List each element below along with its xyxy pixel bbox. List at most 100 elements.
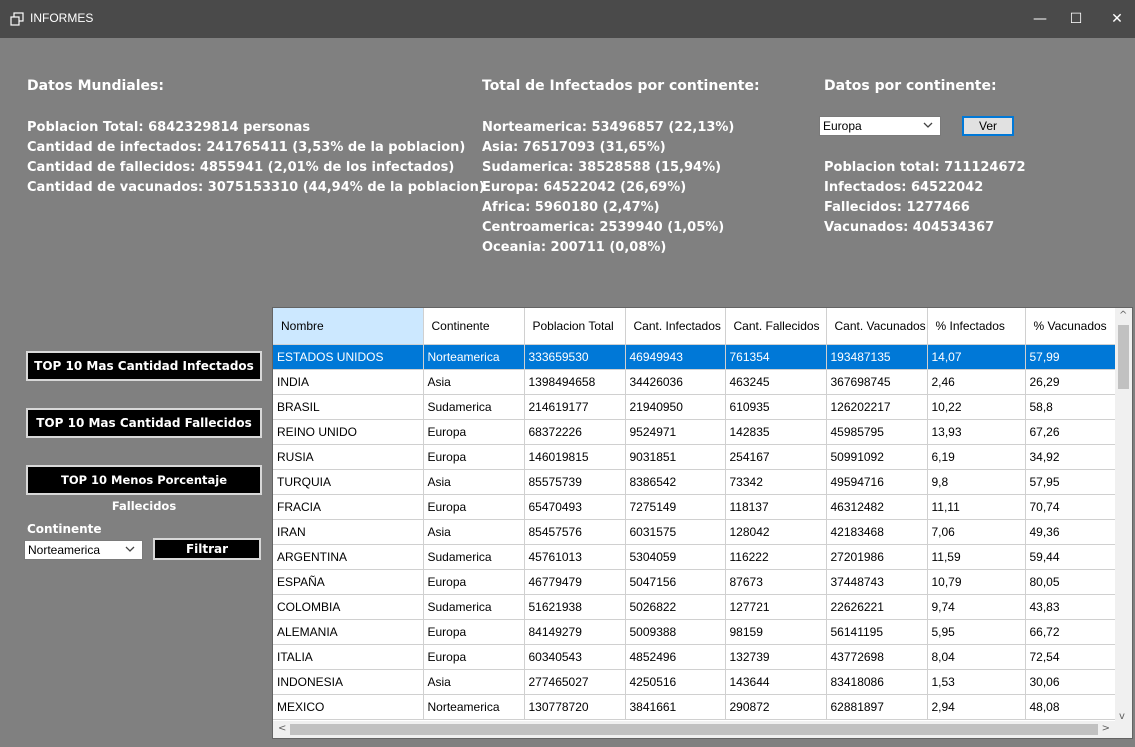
table-cell[interactable]: FRACIA: [273, 494, 424, 520]
table-cell[interactable]: 5009388: [625, 619, 726, 645]
table-cell[interactable]: Norteamerica: [423, 344, 525, 370]
table-cell[interactable]: 70,74: [1025, 494, 1117, 520]
table-cell[interactable]: 14,07: [927, 344, 1026, 370]
table-cell[interactable]: 37448743: [826, 569, 928, 595]
table-cell[interactable]: 98159: [725, 619, 827, 645]
table-cell[interactable]: 87673: [725, 569, 827, 595]
table-cell[interactable]: 21940950: [625, 394, 726, 420]
continente-select[interactable]: Europa: [819, 116, 941, 136]
table-cell[interactable]: Europa: [423, 419, 525, 445]
column-header[interactable]: Cant. Vacunados: [826, 308, 928, 345]
table-cell[interactable]: Sudamerica: [423, 594, 525, 620]
table-cell[interactable]: 85457576: [524, 519, 626, 545]
column-header[interactable]: Poblacion Total: [524, 308, 626, 345]
table-row[interactable]: MEXICO Norteamerica 130778720 3841661 290872…: [273, 694, 1117, 720]
table-cell[interactable]: 72,54: [1025, 644, 1117, 670]
horizontal-scrollbar[interactable]: < >: [273, 721, 1132, 738]
table-cell[interactable]: 11,59: [927, 544, 1026, 570]
table-cell[interactable]: 46312482: [826, 494, 928, 520]
table-cell[interactable]: 27201986: [826, 544, 928, 570]
table-cell[interactable]: TURQUIA: [273, 469, 424, 495]
table-cell[interactable]: 59,44: [1025, 544, 1117, 570]
table-cell[interactable]: 56141195: [826, 619, 928, 645]
table-cell[interactable]: 6,19: [927, 444, 1026, 470]
table-cell[interactable]: IRAN: [273, 519, 424, 545]
table-cell[interactable]: RUSIA: [273, 444, 424, 470]
table-cell[interactable]: Asia: [423, 469, 525, 495]
table-cell[interactable]: 7,06: [927, 519, 1026, 545]
table-row[interactable]: INDIA Asia 1398494658 34426036 463245 3676987…: [273, 369, 1117, 395]
column-header[interactable]: Cant. Infectados: [625, 308, 726, 345]
table-cell[interactable]: Asia: [423, 369, 525, 395]
table-cell[interactable]: 66,72: [1025, 619, 1117, 645]
table-cell[interactable]: 367698745: [826, 369, 928, 395]
table-cell[interactable]: 13,93: [927, 419, 1026, 445]
table-cell[interactable]: 193487135: [826, 344, 928, 370]
table-cell[interactable]: 116222: [725, 544, 827, 570]
table-row[interactable]: BRASIL Sudamerica 214619177 21940950 610935 1…: [273, 394, 1117, 420]
table-cell[interactable]: 46949943: [625, 344, 726, 370]
table-cell[interactable]: 51621938: [524, 594, 626, 620]
table-cell[interactable]: INDONESIA: [273, 669, 424, 695]
column-header[interactable]: % Vacunados: [1025, 308, 1117, 345]
table-cell[interactable]: 30,06: [1025, 669, 1117, 695]
table-cell[interactable]: REINO UNIDO: [273, 419, 424, 445]
table-cell[interactable]: 83418086: [826, 669, 928, 695]
table-cell[interactable]: 3841661: [625, 694, 726, 720]
table-cell[interactable]: Sudamerica: [423, 394, 525, 420]
table-cell[interactable]: Europa: [423, 569, 525, 595]
table-cell[interactable]: 127721: [725, 594, 827, 620]
table-cell[interactable]: 5026822: [625, 594, 726, 620]
top10-fallecidos-button[interactable]: TOP 10 Mas Cantidad Fallecidos: [26, 408, 262, 438]
column-header[interactable]: Continente: [423, 308, 525, 345]
table-row[interactable]: COLOMBIA Sudamerica 51621938 5026822 127721 2…: [273, 594, 1117, 620]
table-cell[interactable]: 43772698: [826, 644, 928, 670]
table-cell[interactable]: 10,22: [927, 394, 1026, 420]
table-cell[interactable]: 2,46: [927, 369, 1026, 395]
table-cell[interactable]: BRASIL: [273, 394, 424, 420]
top10-menos-porcentaje-button[interactable]: TOP 10 Menos Porcentaje Fallecidos: [26, 465, 262, 513]
table-cell[interactable]: 43,83: [1025, 594, 1117, 620]
table-cell[interactable]: MEXICO: [273, 694, 424, 720]
table-cell[interactable]: 84149279: [524, 619, 626, 645]
table-cell[interactable]: Sudamerica: [423, 544, 525, 570]
vertical-scroll-thumb[interactable]: [1118, 325, 1129, 389]
table-cell[interactable]: INDIA: [273, 369, 424, 395]
table-cell[interactable]: 73342: [725, 469, 827, 495]
table-cell[interactable]: ALEMANIA: [273, 619, 424, 645]
table-cell[interactable]: 8,04: [927, 644, 1026, 670]
table-cell[interactable]: 4250516: [625, 669, 726, 695]
table-cell[interactable]: Europa: [423, 619, 525, 645]
table-cell[interactable]: Europa: [423, 494, 525, 520]
table-cell[interactable]: 333659530: [524, 344, 626, 370]
table-row[interactable]: ARGENTINA Sudamerica 45761013 5304059 116222…: [273, 544, 1117, 570]
close-button[interactable]: ✕: [1094, 0, 1135, 38]
table-cell[interactable]: Norteamerica: [423, 694, 525, 720]
table-cell[interactable]: 58,8: [1025, 394, 1117, 420]
table-cell[interactable]: 11,11: [927, 494, 1026, 520]
table-cell[interactable]: 65470493: [524, 494, 626, 520]
table-cell[interactable]: 60340543: [524, 644, 626, 670]
table-cell[interactable]: 128042: [725, 519, 827, 545]
table-cell[interactable]: ESPAÑA: [273, 569, 424, 595]
table-cell[interactable]: 49594716: [826, 469, 928, 495]
table-cell[interactable]: ESTADOS UNIDOS: [273, 344, 424, 370]
table-row[interactable]: TURQUIA Asia 85575739 8386542 73342 49594716 9…: [273, 469, 1117, 495]
column-header[interactable]: Cant. Fallecidos: [725, 308, 827, 345]
table-cell[interactable]: 57,99: [1025, 344, 1117, 370]
table-cell[interactable]: 10,79: [927, 569, 1026, 595]
table-cell[interactable]: 5304059: [625, 544, 726, 570]
table-row[interactable]: IRAN Asia 85457576 6031575 128042 42183468 7,0…: [273, 519, 1117, 545]
vertical-scrollbar[interactable]: ^ v: [1115, 308, 1132, 722]
filtrar-button[interactable]: Filtrar: [153, 538, 261, 560]
table-cell[interactable]: 9,74: [927, 594, 1026, 620]
table-cell[interactable]: 118137: [725, 494, 827, 520]
table-cell[interactable]: 142835: [725, 419, 827, 445]
table-cell[interactable]: 5,95: [927, 619, 1026, 645]
table-cell[interactable]: 67,26: [1025, 419, 1117, 445]
table-cell[interactable]: 26,29: [1025, 369, 1117, 395]
table-cell[interactable]: 4852496: [625, 644, 726, 670]
table-cell[interactable]: Europa: [423, 644, 525, 670]
table-cell[interactable]: 130778720: [524, 694, 626, 720]
table-cell[interactable]: ARGENTINA: [273, 544, 424, 570]
